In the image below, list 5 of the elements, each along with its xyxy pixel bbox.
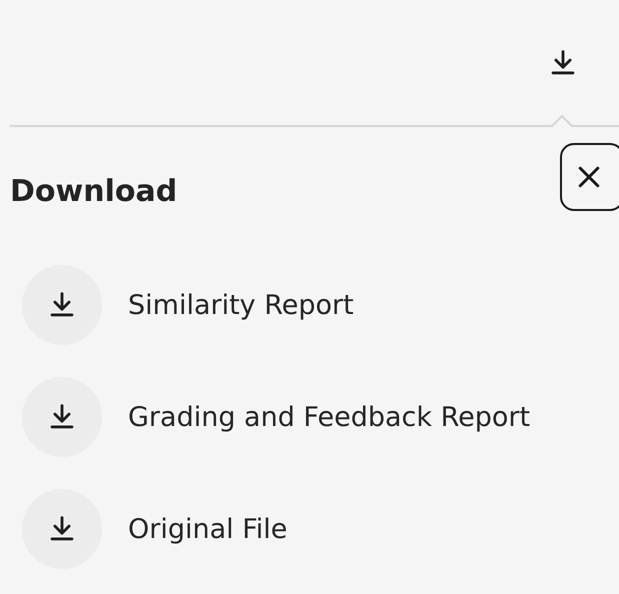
panel-title: Download	[10, 174, 178, 208]
download-option[interactable]: Grading and Feedback Report	[22, 377, 619, 457]
close-button[interactable]	[560, 143, 619, 211]
download-option[interactable]: Original File	[22, 489, 619, 569]
download-option[interactable]: Similarity Report	[22, 265, 619, 345]
